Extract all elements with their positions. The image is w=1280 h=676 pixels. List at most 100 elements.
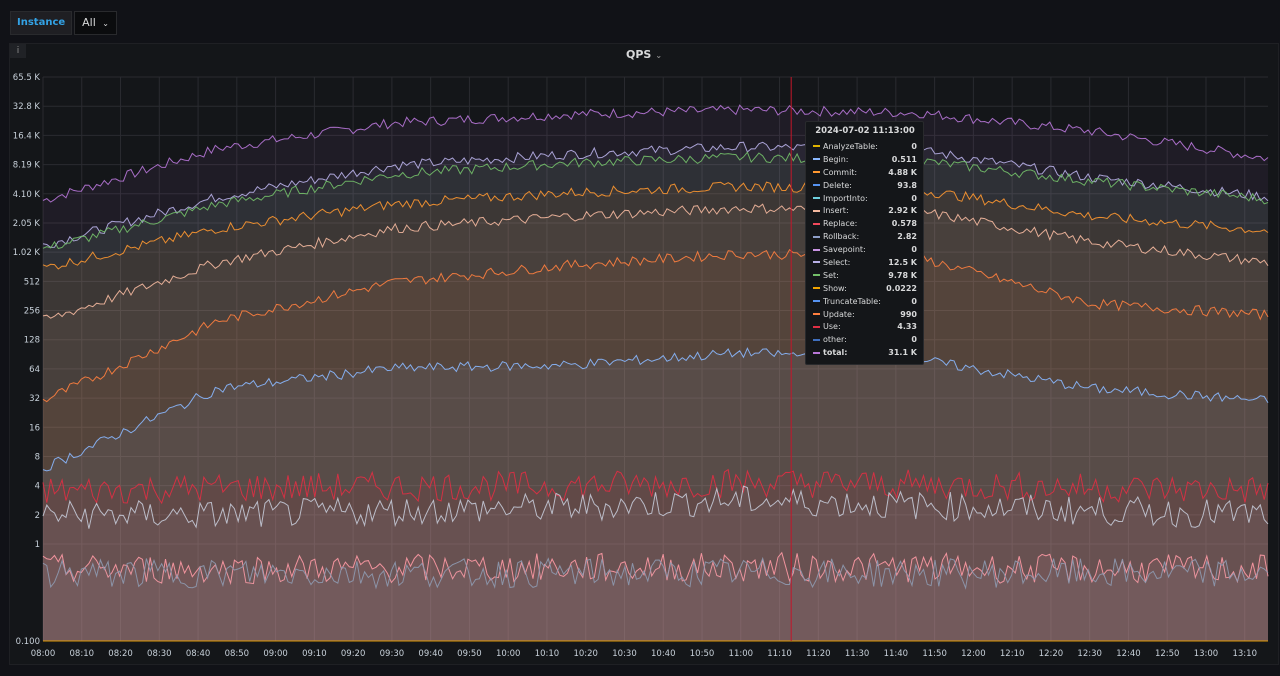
tooltip-row: Show: 0.0222 <box>813 282 917 295</box>
tooltip-series-value: 990 <box>900 309 917 319</box>
series-swatch <box>813 261 820 264</box>
tooltip-series-value: 12.5 K <box>888 257 917 267</box>
y-tick-label: 128 <box>24 336 40 346</box>
y-tick-label: 65.5 K <box>13 73 41 83</box>
series-swatch <box>813 222 820 225</box>
tooltip-series-value: 0.0222 <box>886 283 917 293</box>
x-tick-label: 09:00 <box>263 649 288 659</box>
series-swatch <box>813 197 820 199</box>
qps-panel: 0.100 1 2 4 8 16 32 64 128 256 512 1.02 K 2.05 K 4.10… <box>9 43 1279 665</box>
series-swatch <box>813 235 820 238</box>
x-tick-label: 10:20 <box>573 649 598 659</box>
instance-variable-label: Instance <box>10 11 73 35</box>
x-tick-label: 09:40 <box>418 649 443 659</box>
series-swatch <box>813 158 820 161</box>
tooltip-row: Use: 4.33 <box>813 320 917 333</box>
y-tick-label: 4 <box>35 482 40 492</box>
tooltip-row: other: 0 <box>813 333 917 346</box>
x-tick-label: 12:00 <box>961 649 986 659</box>
tooltip-series-name: TruncateTable: <box>823 296 881 306</box>
tooltip-series-value: 31.1 K <box>888 348 917 358</box>
tooltip-series-name: Update: <box>823 309 855 319</box>
x-tick-label: 10:50 <box>690 649 715 659</box>
series-swatch <box>813 313 820 316</box>
series-swatch <box>813 300 820 303</box>
x-tick-label: 12:40 <box>1116 649 1141 659</box>
x-tick-label: 08:20 <box>108 649 133 659</box>
x-tick-label: 09:50 <box>457 649 482 659</box>
tooltip-row: Update: 990 <box>813 308 917 321</box>
tooltip-row: Savepoint: 0 <box>813 243 917 256</box>
x-tick-label: 11:00 <box>729 649 754 659</box>
y-tick-label: 32 <box>29 394 40 404</box>
tooltip-series-value: 9.78 K <box>888 270 917 280</box>
tooltip-series-name: Set: <box>823 270 839 280</box>
y-tick-label: 8.19 K <box>13 161 41 171</box>
y-tick-label: 8 <box>35 452 40 462</box>
tooltip-row: Delete: 93.8 <box>813 179 917 192</box>
x-tick-label: 11:30 <box>845 649 870 659</box>
tooltip-series-value: 0 <box>911 245 917 255</box>
x-tick-label: 11:50 <box>922 649 947 659</box>
x-tick-label: 10:00 <box>496 649 521 659</box>
tooltip-row: Replace: 0.578 <box>813 217 917 230</box>
y-tick-label: 32.8 K <box>13 102 41 112</box>
series-swatch <box>813 248 820 251</box>
qps-chart[interactable]: 0.100 1 2 4 8 16 32 64 128 256 512 1.02 K 2.05 K 4.10… <box>10 44 1278 664</box>
tooltip-series-name: ImportInto: <box>823 193 868 203</box>
x-tick-label: 10:30 <box>612 649 637 659</box>
x-tick-label: 12:50 <box>1155 649 1180 659</box>
panel-title[interactable]: QPS ⌄ <box>10 48 1278 61</box>
tooltip-series-name: AnalyzeTable: <box>823 141 878 151</box>
x-tick-label: 09:30 <box>380 649 405 659</box>
y-tick-label: 512 <box>24 277 40 287</box>
tooltip-series-name: Delete: <box>823 180 852 190</box>
tooltip-series-value: 0.578 <box>891 219 917 229</box>
series-swatch <box>813 325 820 328</box>
y-tick-label: 1 <box>35 540 40 550</box>
series-swatch <box>813 274 820 277</box>
tooltip-row: Begin: 0.511 <box>813 153 917 166</box>
x-tick-label: 12:20 <box>1039 649 1064 659</box>
instance-variable-select[interactable]: All ⌄ <box>74 11 117 35</box>
tooltip-time: 2024-07-02 11:13:00 <box>815 126 915 136</box>
x-tick-label: 08:00 <box>31 649 56 659</box>
hover-tooltip: 2024-07-02 11:13:00 AnalyzeTable: 0 Begin:… <box>805 121 924 366</box>
tooltip-series-name: total: <box>823 348 848 358</box>
series-swatch <box>813 351 820 354</box>
x-tick-label: 10:10 <box>535 649 560 659</box>
tooltip-series-value: 0 <box>911 141 917 151</box>
x-tick-label: 13:00 <box>1194 649 1219 659</box>
tooltip-row: AnalyzeTable: 0 <box>813 140 917 153</box>
instance-variable-value: All <box>82 16 96 29</box>
tooltip-series-value: 0 <box>911 193 917 203</box>
x-tick-label: 08:50 <box>225 649 250 659</box>
series-swatch <box>813 338 820 341</box>
series-swatch <box>813 171 820 174</box>
series-swatch <box>813 145 820 148</box>
x-tick-label: 11:20 <box>806 649 831 659</box>
chevron-down-icon: ⌄ <box>102 19 109 28</box>
tooltip-series-name: Savepoint: <box>823 245 866 255</box>
x-tick-label: 08:40 <box>186 649 211 659</box>
y-tick-label: 2.05 K <box>13 219 41 229</box>
tooltip-row: Insert: 2.92 K <box>813 204 917 217</box>
x-tick-label: 11:10 <box>767 649 792 659</box>
tooltip-row: total: 31.1 K <box>813 346 917 359</box>
tooltip-series-name: Commit: <box>823 167 858 177</box>
tooltip-series-name: Rollback: <box>823 232 860 242</box>
tooltip-series-value: 2.82 <box>897 232 917 242</box>
tooltip-series-value: 0 <box>911 335 917 345</box>
y-tick-label: 16 <box>29 423 40 433</box>
tooltip-series-value: 2.92 K <box>888 206 917 216</box>
tooltip-row: Rollback: 2.82 <box>813 230 917 243</box>
y-tick-label: 16.4 K <box>13 131 41 141</box>
tooltip-series-name: Show: <box>823 283 847 293</box>
y-tick-label: 64 <box>29 365 40 375</box>
y-tick-label: 4.10 K <box>13 190 41 200</box>
y-tick-label: 256 <box>24 307 40 317</box>
tooltip-series-name: Select: <box>823 257 851 267</box>
tooltip-series-value: 4.88 K <box>888 167 917 177</box>
tooltip-series-name: Replace: <box>823 219 858 229</box>
x-tick-label: 12:10 <box>1000 649 1025 659</box>
